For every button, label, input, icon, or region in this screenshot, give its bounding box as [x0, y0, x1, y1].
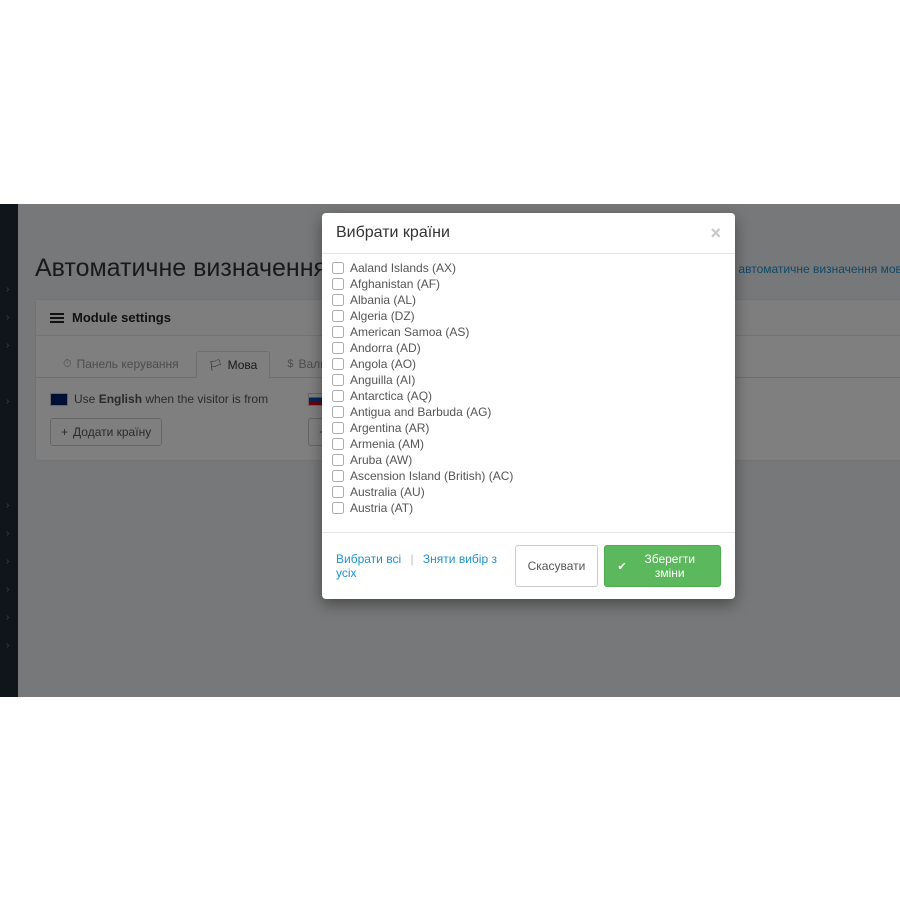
country-option[interactable]: Argentina (AR): [332, 420, 725, 436]
country-checkbox[interactable]: [332, 294, 344, 306]
country-checkbox[interactable]: [332, 262, 344, 274]
country-option[interactable]: Antigua and Barbuda (AG): [332, 404, 725, 420]
modal-title: Вибрати країни: [336, 224, 450, 242]
country-option[interactable]: Afghanistan (AF): [332, 276, 725, 292]
country-checkbox[interactable]: [332, 438, 344, 450]
country-checkbox[interactable]: [332, 278, 344, 290]
select-all-link[interactable]: Вибрати всі: [336, 552, 401, 566]
country-option[interactable]: Australia (AU): [332, 484, 725, 500]
country-checkbox[interactable]: [332, 342, 344, 354]
country-checkbox[interactable]: [332, 502, 344, 514]
close-icon[interactable]: ×: [710, 224, 721, 242]
check-icon: ✔: [617, 560, 626, 573]
country-option[interactable]: Angola (AO): [332, 356, 725, 372]
country-checkbox[interactable]: [332, 358, 344, 370]
bulk-links: Вибрати всі | Зняти вибір з усіх: [336, 552, 515, 580]
country-option[interactable]: Ascension Island (British) (AC): [332, 468, 725, 484]
modal-header: Вибрати країни ×: [322, 213, 735, 253]
country-checkbox[interactable]: [332, 454, 344, 466]
country-checkbox[interactable]: [332, 390, 344, 402]
country-option[interactable]: Antarctica (AQ): [332, 388, 725, 404]
country-modal: Вибрати країни × Aaland Islands (AX)Afgh…: [322, 213, 735, 599]
country-checkbox[interactable]: [332, 470, 344, 482]
country-checkbox[interactable]: [332, 486, 344, 498]
modal-footer: Вибрати всі | Зняти вибір з усіх Скасува…: [322, 533, 735, 599]
country-option[interactable]: Algeria (DZ): [332, 308, 725, 324]
country-checkbox[interactable]: [332, 374, 344, 386]
country-option[interactable]: Aaland Islands (AX): [332, 260, 725, 276]
save-button[interactable]: ✔ Зберегти зміни: [604, 545, 721, 587]
country-option[interactable]: American Samoa (AS): [332, 324, 725, 340]
country-option[interactable]: Anguilla (AI): [332, 372, 725, 388]
cancel-button[interactable]: Скасувати: [515, 545, 599, 587]
country-checkbox[interactable]: [332, 326, 344, 338]
country-checkbox[interactable]: [332, 310, 344, 322]
country-option[interactable]: Albania (AL): [332, 292, 725, 308]
country-option[interactable]: Aruba (AW): [332, 452, 725, 468]
country-option[interactable]: Austria (AT): [332, 500, 725, 516]
country-checkbox[interactable]: [332, 422, 344, 434]
country-option[interactable]: Armenia (AM): [332, 436, 725, 452]
country-option[interactable]: Andorra (AD): [332, 340, 725, 356]
country-list[interactable]: Aaland Islands (AX)Afghanistan (AF)Alban…: [322, 253, 735, 533]
country-checkbox[interactable]: [332, 406, 344, 418]
